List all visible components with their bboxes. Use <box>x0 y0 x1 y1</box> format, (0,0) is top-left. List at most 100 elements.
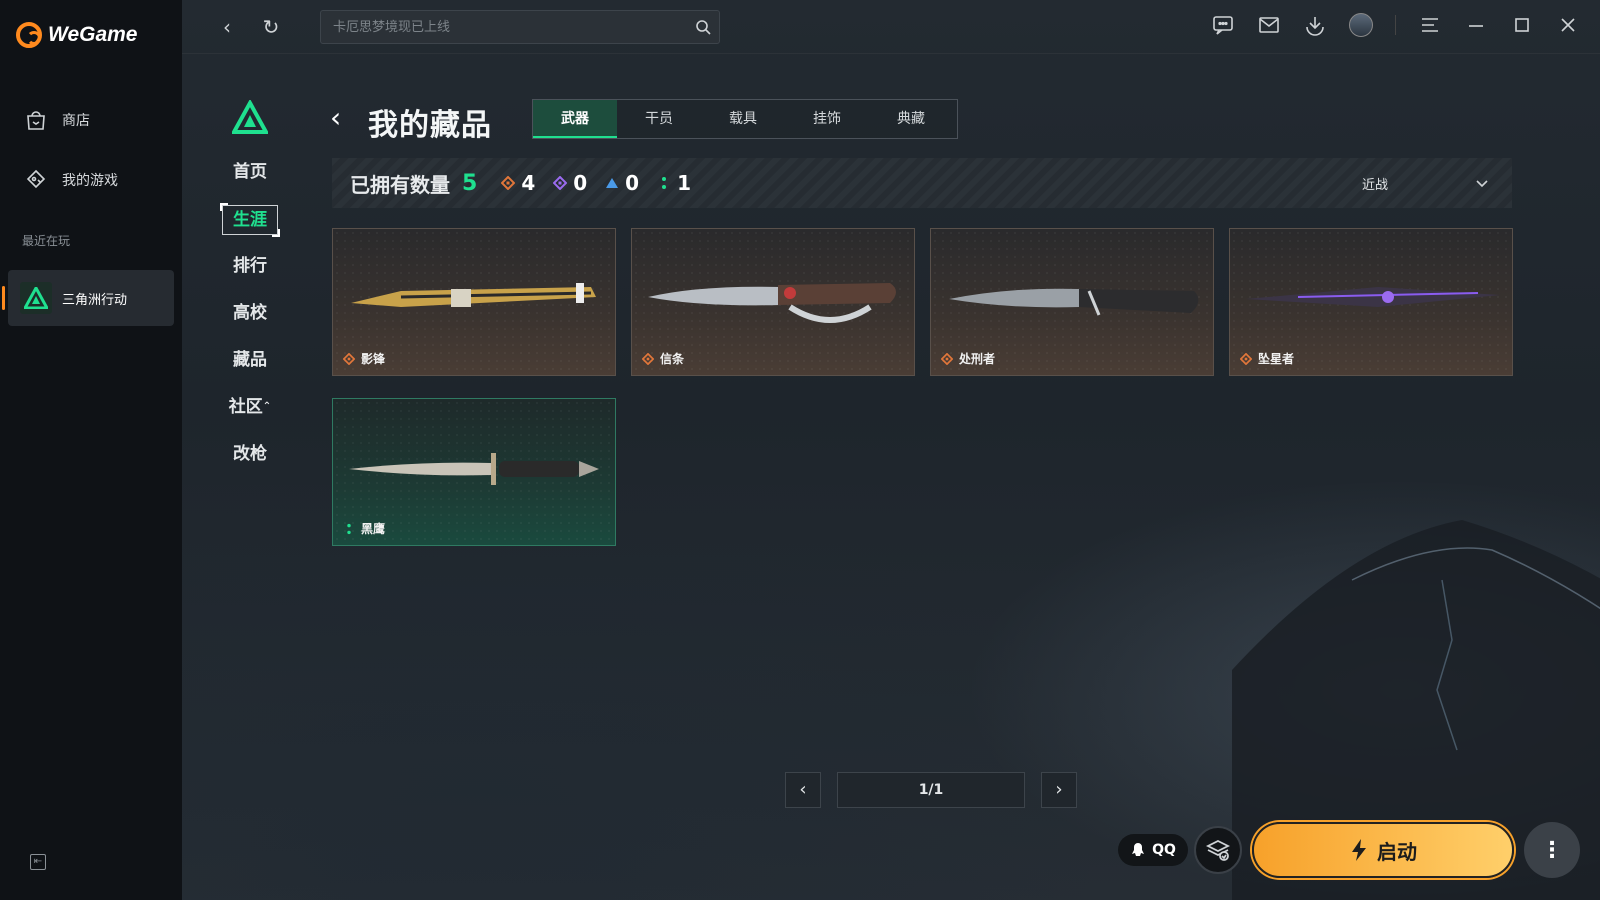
rarity-stat-orange: 4 <box>501 171 535 195</box>
avatar[interactable] <box>1349 13 1373 37</box>
game-nav-collection[interactable]: 藏品 <box>220 346 280 393</box>
collection-card[interactable]: 处刑者 <box>930 228 1214 376</box>
collection-card[interactable]: 黑鹰 <box>332 398 616 546</box>
tab-weapons[interactable]: 武器 <box>533 100 617 138</box>
sidebar-item-shop[interactable]: 商店 <box>24 108 90 132</box>
wegame-logo[interactable]: WeGame <box>16 22 138 48</box>
delta-force-logo-icon <box>20 282 52 314</box>
rarity-stat-purple: 0 <box>553 171 587 195</box>
sidebar-item-my-games[interactable]: 我的游戏 <box>24 168 118 192</box>
game-nav-label: 改枪 <box>233 444 267 464</box>
weapon-type-filter-select[interactable]: 近战 <box>1362 171 1490 195</box>
knife-creed-image <box>648 283 896 323</box>
knife-shadowblade-image <box>351 283 596 307</box>
next-page-button[interactable]: › <box>1041 772 1077 808</box>
game-nav-university[interactable]: 高校 <box>220 299 280 346</box>
category-tabs: 武器 干员 载具 挂饰 典藏 <box>532 99 958 139</box>
lightning-icon <box>1352 839 1366 861</box>
tab-operators[interactable]: 干员 <box>617 100 701 138</box>
green-dots-icon <box>662 177 667 189</box>
rarity-count: 1 <box>677 171 691 195</box>
search-box <box>320 10 720 44</box>
card-name: 影锋 <box>361 352 386 366</box>
qq-label: QQ <box>1152 842 1176 858</box>
collection-card[interactable]: 信条 <box>631 228 915 376</box>
rarity-stat-green: 1 <box>657 171 691 195</box>
chevron-down-icon <box>1476 180 1488 188</box>
more-options-icon[interactable]: ⋮ <box>1524 822 1580 878</box>
collection-card[interactable]: 影锋 <box>332 228 616 376</box>
chat-icon[interactable] <box>1211 13 1235 37</box>
ownership-stats-bar: 已拥有数量 5 4 0 0 1 近战 <box>332 158 1512 208</box>
tab-collectibles[interactable]: 典藏 <box>869 100 953 138</box>
rarity-stat-blue: 0 <box>605 171 639 195</box>
game-nav-label: 社区 <box>228 397 263 417</box>
recent-game-item[interactable]: 三角洲行动 <box>2 270 174 326</box>
prev-page-button[interactable]: ‹ <box>785 772 821 808</box>
filter-selected-value: 近战 <box>1362 177 1389 193</box>
chevron-up-icon: ⌃ <box>262 401 272 412</box>
card-label: 影锋 <box>343 350 385 367</box>
layers-icon[interactable] <box>1194 826 1242 874</box>
game-nav-career[interactable]: 生涯 <box>220 203 280 252</box>
game-nav-label: 藏品 <box>233 350 267 370</box>
download-icon[interactable] <box>1303 13 1327 37</box>
rarity-count: 0 <box>573 171 588 195</box>
search-icon[interactable] <box>695 19 711 35</box>
card-name: 处刑者 <box>959 352 996 366</box>
main-area: ‹ ↻ 首页 生涯 排行 高校 藏品 社区⌃ 改枪 ‹ 我的藏品 <box>182 0 1600 900</box>
app-sidebar: WeGame 商店 我的游戏 最近在玩 三角洲行动 ⇤ <box>0 0 182 900</box>
mail-icon[interactable] <box>1257 13 1281 37</box>
back-arrow-icon[interactable]: ‹ <box>214 14 240 40</box>
orange-diamond-icon <box>343 352 355 365</box>
card-label: 坠星者 <box>1240 350 1294 367</box>
maximize-icon[interactable] <box>1510 13 1534 37</box>
launch-game-button[interactable]: 启动 <box>1252 822 1514 878</box>
knife-executioner-image <box>949 288 1199 316</box>
tab-vehicles[interactable]: 载具 <box>701 100 785 138</box>
purple-diamond-icon <box>553 176 568 190</box>
qq-penguin-icon <box>1132 843 1145 856</box>
game-nav-label: 排行 <box>233 256 267 276</box>
delta-force-game-logo-icon[interactable] <box>232 100 268 136</box>
refresh-icon[interactable]: ↻ <box>258 14 284 40</box>
collection-card[interactable]: 坠星者 <box>1229 228 1513 376</box>
shop-bag-icon <box>27 111 45 130</box>
game-nav: 首页 生涯 排行 高校 藏品 社区⌃ 改枪 <box>220 158 280 487</box>
game-nav-label: 高校 <box>233 303 267 323</box>
owned-label: 已拥有数量 <box>350 172 450 197</box>
card-label: 黑鹰 <box>343 520 385 537</box>
orange-diamond-icon <box>941 352 953 365</box>
card-label: 信条 <box>642 350 684 367</box>
game-nav-ranking[interactable]: 排行 <box>220 252 280 299</box>
game-nav-home[interactable]: 首页 <box>220 158 280 205</box>
card-name: 坠星者 <box>1258 352 1295 366</box>
orange-diamond-icon <box>642 352 654 365</box>
minimize-icon[interactable] <box>1464 13 1488 37</box>
collapse-sidebar-icon[interactable]: ⇤ <box>30 854 46 870</box>
tab-charms[interactable]: 挂饰 <box>785 100 869 138</box>
recent-game-label: 三角洲行动 <box>62 292 128 308</box>
recent-played-title: 最近在玩 <box>22 234 71 248</box>
qq-account-button[interactable]: QQ <box>1118 834 1188 866</box>
sidebar-item-label: 商店 <box>62 113 90 129</box>
title-back-arrow-icon[interactable]: ‹ <box>330 104 352 136</box>
top-bar: ‹ ↻ <box>182 0 1600 54</box>
game-controller-icon <box>26 169 46 189</box>
rarity-count: 4 <box>521 171 536 195</box>
close-icon[interactable] <box>1556 13 1580 37</box>
search-input[interactable] <box>321 11 719 43</box>
orange-diamond-icon <box>501 176 516 190</box>
window-controls <box>1211 13 1580 37</box>
game-nav-community[interactable]: 社区⌃ <box>220 393 280 440</box>
divider <box>1395 15 1396 35</box>
card-label: 处刑者 <box>941 350 995 367</box>
page-indicator: 1/1 <box>837 772 1025 808</box>
game-nav-gunsmith[interactable]: 改枪 <box>220 440 280 487</box>
wegame-logo-text: WeGame <box>48 23 138 46</box>
card-name: 黑鹰 <box>361 522 386 536</box>
owned-count: 5 <box>462 170 478 196</box>
menu-icon[interactable] <box>1418 13 1442 37</box>
page-title: 我的藏品 <box>368 108 492 143</box>
knife-starfall-image <box>1246 287 1500 307</box>
